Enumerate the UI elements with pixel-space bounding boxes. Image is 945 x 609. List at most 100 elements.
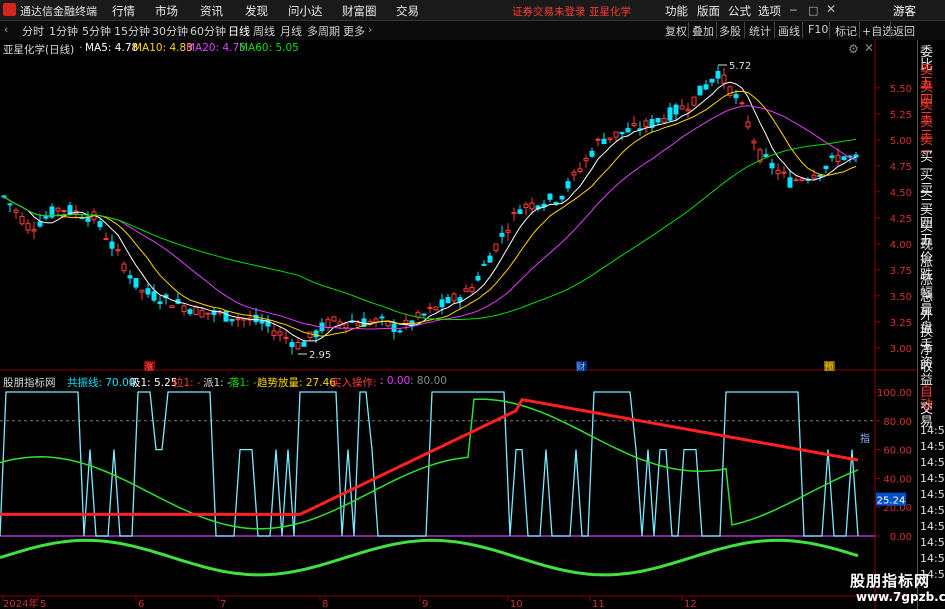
kline-candle — [145, 288, 151, 295]
kline-candle — [307, 331, 313, 339]
tab-1min[interactable]: 1分钟 — [49, 23, 78, 39]
window-close-icon[interactable]: ✕ — [826, 2, 836, 16]
f10-button[interactable]: F10 — [808, 23, 828, 36]
event-tag-cai: 财 — [576, 361, 585, 373]
chevron-left-icon[interactable]: ‹ — [4, 23, 8, 36]
kline-candle — [793, 179, 799, 182]
kline-candle — [607, 137, 613, 140]
event-tag-yu: 预 — [824, 362, 833, 373]
kline-candle — [697, 85, 703, 96]
draw-line-button[interactable]: 画线 — [778, 23, 800, 39]
ma20-legend: MA20: 4.75 — [186, 42, 246, 54]
menu-quotes[interactable]: 行情 — [112, 3, 135, 19]
menu-options[interactable]: 选项 — [758, 3, 781, 19]
top-menu-bar — [0, 0, 945, 21]
kline-candle — [481, 263, 487, 266]
kline-candle — [37, 221, 43, 227]
kline-candle — [139, 289, 145, 293]
menu-ask-xiaoda[interactable]: 问小达 — [288, 3, 323, 19]
overlay-button[interactable]: 叠加 — [692, 23, 714, 39]
close-panel-icon[interactable]: ✕ — [864, 41, 874, 55]
low-price-mark: 2.95 — [309, 350, 331, 361]
tab-intraday[interactable]: 分时 — [22, 23, 44, 39]
menu-news[interactable]: 资讯 — [200, 3, 223, 19]
time-label: 14:55 — [920, 440, 945, 453]
kline-candle — [583, 157, 589, 162]
kline-candle — [133, 277, 139, 288]
window-minimize-icon[interactable]: ─ — [790, 4, 797, 17]
high-price-mark: 5.72 — [729, 61, 751, 72]
kline-candle — [451, 293, 457, 302]
watermark-title: 股朋指标网 — [850, 572, 931, 590]
add-watchlist-button[interactable]: +自选 — [862, 23, 893, 39]
adjust-button[interactable]: 复权 — [665, 23, 687, 39]
kline-candle — [751, 140, 757, 144]
tab-monthly[interactable]: 月线 — [280, 23, 302, 39]
kline-candle — [739, 102, 745, 105]
kline-candle — [673, 104, 679, 115]
menu-formula[interactable]: 公式 — [728, 3, 751, 19]
tab-daily[interactable]: 日线 — [228, 23, 250, 39]
menu-functions[interactable]: 功能 — [665, 3, 688, 19]
kline-candle — [223, 310, 229, 322]
tab-15min[interactable]: 15分钟 — [114, 23, 150, 39]
kline-candle — [691, 96, 697, 106]
app-logo-icon — [3, 3, 16, 16]
kline-candle — [127, 275, 133, 279]
guest-user[interactable]: 游客 — [893, 3, 916, 19]
kline-candle — [31, 229, 37, 232]
kline-candle — [817, 174, 823, 177]
kline-candle — [685, 108, 691, 112]
legend-dot-icon: · — [79, 42, 83, 54]
kline-candle — [19, 216, 25, 225]
time-label: 14:55 — [920, 472, 945, 485]
window-restore-icon[interactable]: □ — [808, 4, 818, 17]
multi-stock-button[interactable]: 多股 — [719, 23, 741, 39]
kline-candle — [709, 78, 715, 83]
price-tick-label: 3.25 — [890, 318, 912, 329]
menu-market[interactable]: 市场 — [155, 3, 178, 19]
date-label: 8 — [322, 599, 328, 609]
ind-tick-label: 40.00 — [883, 474, 912, 485]
tab-weekly[interactable]: 周线 — [253, 23, 275, 39]
tab-30min[interactable]: 30分钟 — [152, 23, 188, 39]
kline-candle — [517, 209, 523, 214]
settings-gear-icon[interactable]: ⚙ — [848, 42, 859, 56]
kline-candle — [67, 205, 73, 215]
kline-candle — [283, 336, 289, 339]
kline-candle — [529, 202, 535, 210]
menu-wealth-circle[interactable]: 财富圈 — [342, 3, 377, 19]
kline-candle — [463, 288, 469, 292]
menu-discover[interactable]: 发现 — [245, 3, 268, 19]
tab-60min[interactable]: 60分钟 — [190, 23, 226, 39]
toolbar-divider — [688, 22, 689, 38]
kline-candle — [373, 318, 379, 323]
menu-trade[interactable]: 交易 — [396, 3, 419, 19]
kline-candle — [565, 181, 571, 189]
kline-candle — [421, 313, 427, 316]
tab-more[interactable]: 更多 — [343, 23, 365, 39]
back-button[interactable]: 返回 — [893, 23, 915, 39]
login-status[interactable]: 证券交易未登录 — [512, 4, 586, 19]
kline-candle — [277, 331, 283, 336]
kline-candle — [439, 299, 445, 308]
ind-buy-op: 买入操作: - — [331, 377, 384, 389]
kline-candle — [7, 203, 13, 206]
kline-chart[interactable]: 5.50 5.25 5.00 4.75 4.50 4.25 4.00 3.75 3.50 3.25… — [0, 40, 917, 609]
kline-candle — [343, 323, 349, 329]
tab-5min[interactable]: 5分钟 — [82, 23, 111, 39]
mark-button[interactable]: 标记 — [835, 23, 857, 39]
tab-multi-period[interactable]: 多周期 — [307, 23, 340, 39]
date-label: 6 — [138, 599, 144, 609]
kline-candle — [475, 275, 481, 281]
kline-candle — [763, 154, 769, 158]
chevron-right-icon[interactable]: › — [368, 23, 372, 36]
kline-candle — [121, 263, 127, 272]
menu-layout[interactable]: 版面 — [697, 3, 720, 19]
statistics-button[interactable]: 统计 — [749, 23, 771, 39]
price-tick-label: 5.00 — [890, 136, 912, 147]
kline-candle — [511, 211, 517, 215]
chart-background — [0, 40, 917, 609]
time-label: 14:55 — [920, 424, 945, 437]
kline-candle — [775, 169, 781, 175]
